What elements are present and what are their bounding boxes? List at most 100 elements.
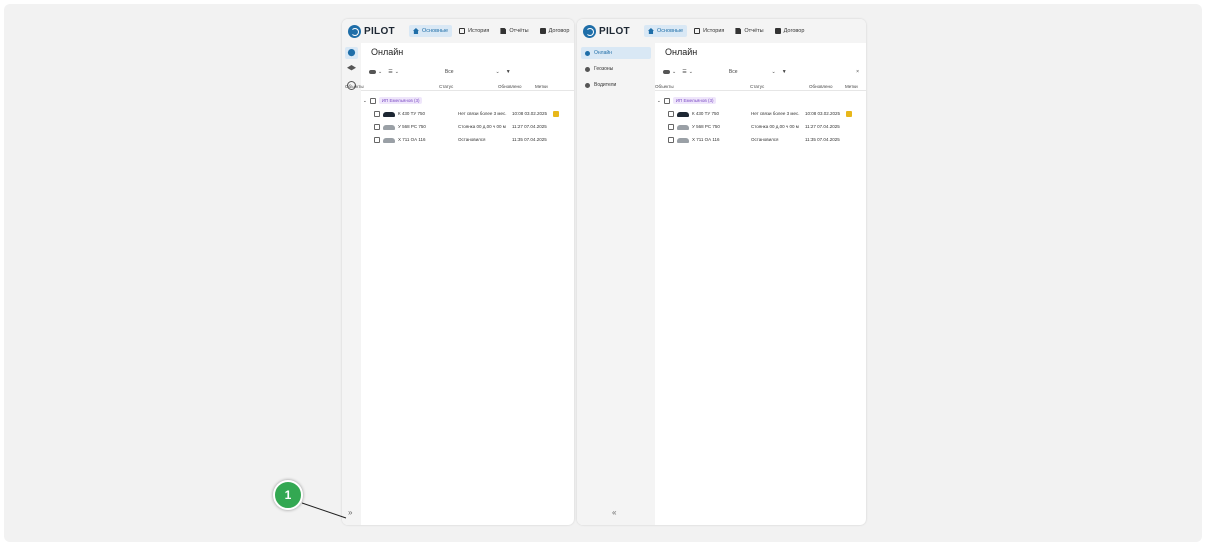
table-row[interactable]: У 568 РС 750 Стоянка 00 д.00 ч 00 м 11:2… <box>361 123 574 132</box>
location-pin-icon <box>585 50 590 56</box>
table-row[interactable]: Х 711 ОА 116 Остановился 11:35 07.04.202… <box>655 136 866 145</box>
app-window-collapsed-sidebar: PILOT Основные История Отчёты Договор » … <box>342 19 574 525</box>
table-row[interactable]: Х 711 ОА 116 Остановился 11:35 07.04.202… <box>361 136 574 145</box>
chevron-down-icon: ⌄ <box>378 68 383 75</box>
row-updated: 11:27 07.04.2025 <box>512 124 547 129</box>
column-updated[interactable]: Обновлено <box>498 84 521 89</box>
tab-reports[interactable]: Отчёты <box>496 25 532 37</box>
collapse-sidebar-button[interactable]: « <box>612 508 616 517</box>
tab-main[interactable]: Основные <box>643 25 688 37</box>
column-status[interactable]: Статус <box>750 84 764 89</box>
status-select[interactable]: Все ⌄ <box>729 69 776 75</box>
group-tag: ИП Емельянов (3) <box>672 97 717 104</box>
row-checkbox[interactable] <box>374 111 380 117</box>
row-updated: 10:08 03.02.2025 <box>805 111 841 116</box>
row-updated: 11:27 07.04.2025 <box>805 124 840 129</box>
logo-text: PILOT <box>599 25 630 37</box>
row-status: Стоянка 00 д.00 ч 00 м <box>751 124 799 129</box>
column-tags[interactable]: Метки <box>845 84 858 89</box>
row-plate: Х 711 ОА 116 <box>398 137 426 142</box>
table-row[interactable]: К 430 ТУ 750 Нет связи более 3 мес. 10:0… <box>655 110 866 119</box>
clear-filter-icon[interactable]: × <box>856 69 859 75</box>
column-tags[interactable]: Метки <box>535 84 548 89</box>
table-row[interactable]: К 430 ТУ 750 Нет связи более 3 мес. 10:0… <box>361 110 574 119</box>
chevron-down-icon[interactable]: ⌄ <box>657 98 661 104</box>
column-updated[interactable]: Обновлено <box>809 84 832 89</box>
sidebar-item-label: Геозоны <box>594 66 614 72</box>
tab-reports[interactable]: Отчёты <box>731 25 767 37</box>
layers-icon <box>585 66 590 72</box>
chevron-down-icon: ⌄ <box>688 68 693 75</box>
row-checkbox[interactable] <box>668 124 674 130</box>
row-checkbox[interactable] <box>668 111 674 117</box>
steering-wheel-icon <box>585 82 590 88</box>
contract-icon <box>539 28 546 34</box>
list-filter[interactable]: ☰ ⌄ <box>682 69 693 75</box>
group-checkbox[interactable] <box>663 97 670 104</box>
column-objects[interactable]: Объекты <box>655 84 674 89</box>
funnel-filter-button[interactable]: ▼ <box>506 69 511 75</box>
funnel-icon: ▼ <box>505 68 511 75</box>
sidebar-item-online[interactable]: Онлайн <box>581 47 651 59</box>
status-select[interactable]: Все ⌄ <box>445 69 500 75</box>
tab-label: Основные <box>656 28 684 34</box>
sidebar-item-label: Онлайн <box>594 50 612 56</box>
chevron-down-icon: ⌄ <box>495 68 500 75</box>
page-title: Онлайн <box>665 47 698 57</box>
filter-bar: ⌄ ☰ ⌄ Все ⌄ ▼ × <box>663 67 866 76</box>
column-objects[interactable]: Объекты <box>345 84 364 89</box>
chevron-down-icon: ⌄ <box>394 68 399 75</box>
row-checkbox[interactable] <box>374 137 380 143</box>
contract-icon <box>774 28 781 34</box>
car-icon <box>677 112 689 117</box>
car-type-filter[interactable]: ⌄ <box>663 69 676 75</box>
row-plate: У 568 РС 750 <box>692 124 720 129</box>
column-status[interactable]: Статус <box>439 84 453 89</box>
tag-badge <box>553 111 559 117</box>
row-checkbox[interactable] <box>668 137 674 143</box>
sidebar-item-drivers[interactable]: Водители <box>581 79 651 91</box>
tab-history[interactable]: История <box>455 25 493 37</box>
filter-bar: ⌄ ☰ ⌄ Все ⌄ ▼ <box>369 67 574 76</box>
list-filter[interactable]: ☰ ⌄ <box>388 69 399 75</box>
logo[interactable]: PILOT <box>348 24 395 38</box>
row-plate: К 430 ТУ 750 <box>398 111 425 116</box>
report-icon <box>500 28 507 34</box>
status-select-value: Все <box>728 68 738 75</box>
row-plate: У 568 РС 750 <box>398 124 426 129</box>
logo-icon <box>348 24 361 38</box>
tab-main[interactable]: Основные <box>408 25 453 37</box>
top-navigation-bar: PILOT Основные История Отчёты Договор <box>342 19 574 43</box>
expand-sidebar-button[interactable]: » <box>348 508 352 517</box>
home-icon <box>647 28 654 34</box>
main-content: Онлайн ⌄ ☰ ⌄ Все ⌄ ▼ × Объекты Статус Обно… <box>655 43 866 525</box>
tag-badge <box>846 111 852 117</box>
chevron-down-icon: ⌄ <box>771 68 776 75</box>
row-status: Стоянка 00 д.00 ч 00 м <box>458 124 506 129</box>
tab-contract[interactable]: Договор <box>536 25 574 37</box>
sidebar-collapsed: » <box>342 43 361 525</box>
logo[interactable]: PILOT <box>583 24 630 38</box>
tab-history[interactable]: История <box>690 25 728 37</box>
logo-text: PILOT <box>364 25 395 37</box>
layers-icon[interactable] <box>347 65 356 71</box>
car-icon <box>383 138 395 143</box>
tab-label: Договор <box>783 28 805 34</box>
list-icon: ☰ <box>388 68 393 75</box>
sidebar-item-geozones[interactable]: Геозоны <box>581 63 651 75</box>
funnel-icon: ▼ <box>781 68 787 75</box>
chevron-down-icon[interactable]: ⌄ <box>363 98 367 104</box>
funnel-filter-button[interactable]: ▼ <box>782 69 787 75</box>
tab-contract[interactable]: Договор <box>771 25 809 37</box>
tab-label: История <box>703 28 725 34</box>
car-type-filter[interactable]: ⌄ <box>369 69 382 75</box>
tab-label: История <box>468 28 490 34</box>
list-icon: ☰ <box>682 68 687 75</box>
row-status: Нет связи более 3 мес. <box>751 111 800 116</box>
car-icon <box>677 125 689 130</box>
group-row[interactable]: ⌄ ИП Емельянов (3) <box>657 96 717 105</box>
group-checkbox[interactable] <box>369 97 376 104</box>
row-checkbox[interactable] <box>374 124 380 130</box>
table-row[interactable]: У 568 РС 750 Стоянка 00 д.00 ч 00 м 11:2… <box>655 123 866 132</box>
group-row[interactable]: ⌄ ИП Емельянов (3) <box>363 96 423 105</box>
